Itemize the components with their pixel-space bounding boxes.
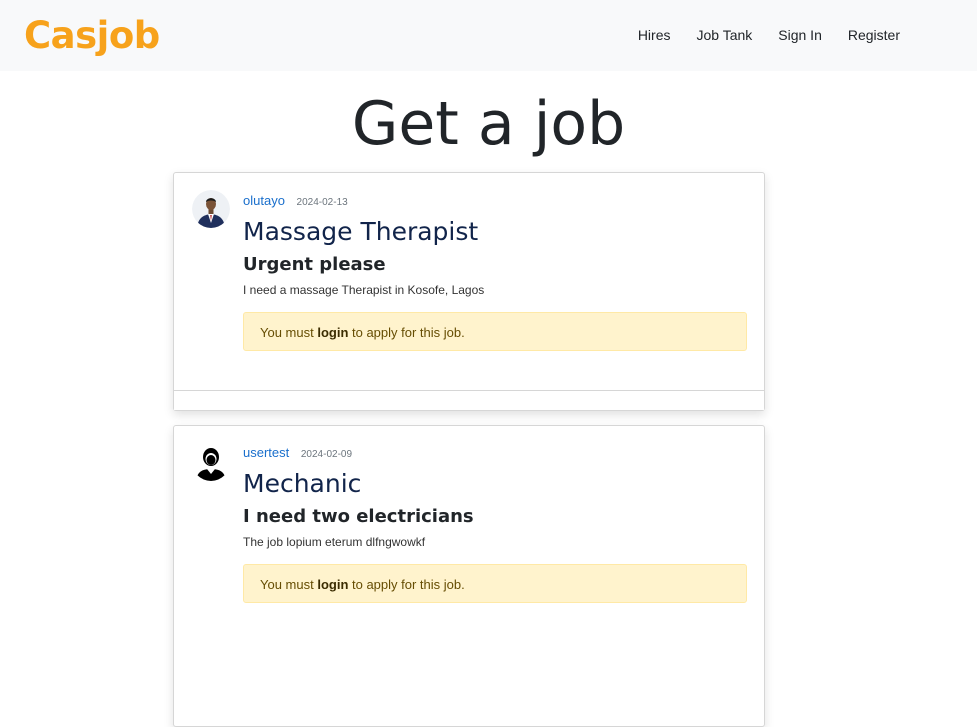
navbar: Casjob Hires Job Tank Sign In Register [0, 0, 977, 71]
notice-suffix: to apply for this job. [348, 325, 465, 340]
job-body: usertest 2024-02-09 Mechanic I need two … [243, 445, 747, 603]
author-link[interactable]: usertest [243, 445, 289, 460]
nav-link-sign-in[interactable]: Sign In [778, 27, 822, 43]
nav-link-register[interactable]: Register [848, 27, 900, 43]
nav-link-hires[interactable]: Hires [638, 27, 671, 43]
user-silhouette-icon[interactable] [192, 443, 230, 481]
login-notice: You must login to apply for this job. [243, 564, 747, 603]
notice-suffix: to apply for this job. [348, 577, 465, 592]
author-link[interactable]: olutayo [243, 193, 285, 208]
nav-link-job-tank[interactable]: Job Tank [696, 27, 752, 43]
notice-prefix: You must [260, 325, 318, 340]
job-card: usertest 2024-02-09 Mechanic I need two … [173, 425, 765, 727]
person-photo-icon[interactable] [192, 190, 230, 228]
brand-logo[interactable]: Casjob [24, 14, 160, 57]
job-title: Mechanic [243, 469, 362, 498]
job-meta: usertest 2024-02-09 [243, 445, 747, 463]
login-notice: You must login to apply for this job. [243, 312, 747, 351]
job-description: The job lopium eterum dlfngwowkf [243, 535, 426, 549]
login-link[interactable]: login [317, 577, 348, 592]
job-description: I need a massage Therapist in Kosofe, La… [243, 283, 485, 297]
post-date: 2024-02-13 [296, 197, 348, 208]
job-feed: olutayo 2024-02-13 Massage Therapist Urg… [173, 172, 765, 727]
notice-prefix: You must [260, 577, 318, 592]
job-body: olutayo 2024-02-13 Massage Therapist Urg… [243, 193, 747, 351]
job-card: olutayo 2024-02-13 Massage Therapist Urg… [173, 172, 765, 411]
job-subtitle: I need two electricians [243, 506, 474, 527]
login-link[interactable]: login [317, 325, 348, 340]
page-title: Get a job [351, 89, 626, 159]
job-subtitle: Urgent please [243, 254, 386, 275]
nav-links: Hires Job Tank Sign In Register [638, 27, 900, 43]
job-meta: olutayo 2024-02-13 [243, 193, 747, 211]
card-footer [174, 390, 764, 410]
job-title: Massage Therapist [243, 217, 479, 246]
post-date: 2024-02-09 [300, 449, 353, 460]
